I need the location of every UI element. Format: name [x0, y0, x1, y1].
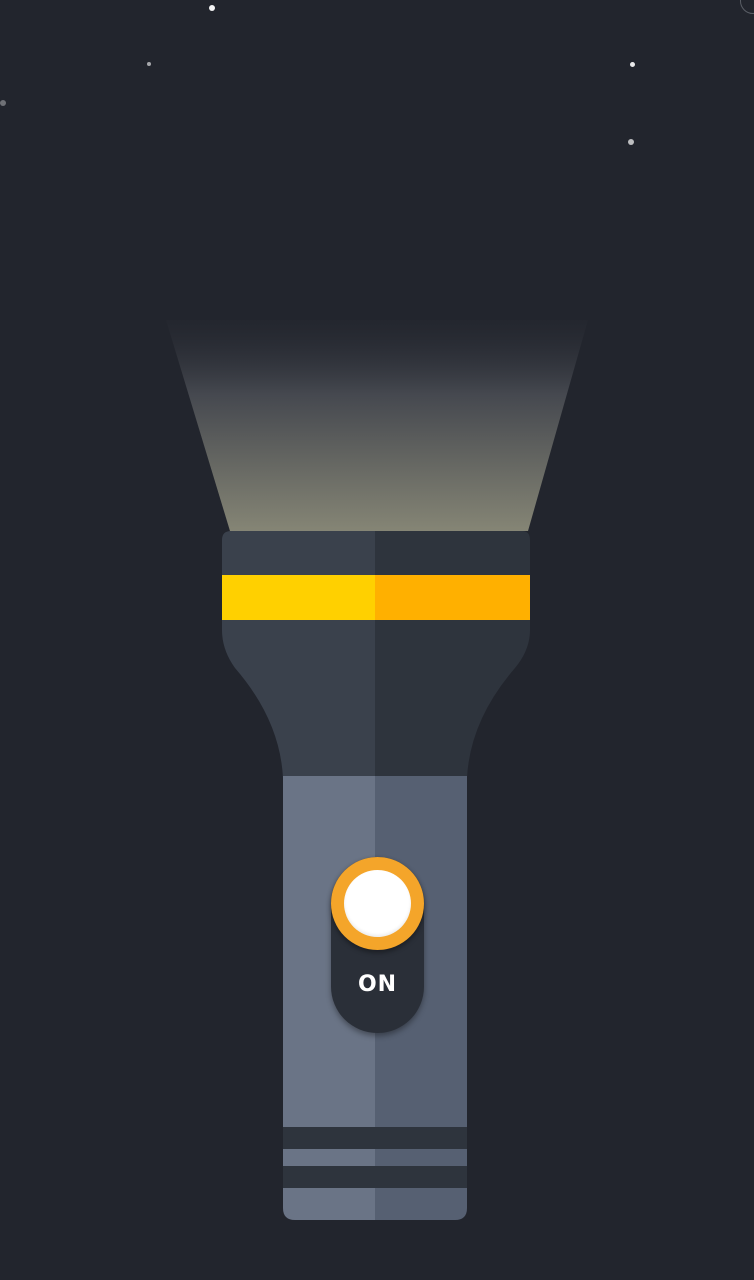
flashlight-head: [222, 531, 530, 778]
grip-stripe: [283, 1127, 467, 1149]
flashlight-screen: ON: [0, 0, 754, 1280]
power-switch[interactable]: ON: [331, 857, 424, 1033]
power-toggle-icon[interactable]: [331, 857, 424, 950]
grip-stripe: [283, 1166, 467, 1188]
switch-state-label: ON: [357, 972, 398, 997]
light-beam: [166, 320, 588, 531]
switch-knob-center: [344, 870, 411, 937]
flashlight-illustration: [166, 320, 588, 1220]
yellow-band: [222, 575, 375, 620]
